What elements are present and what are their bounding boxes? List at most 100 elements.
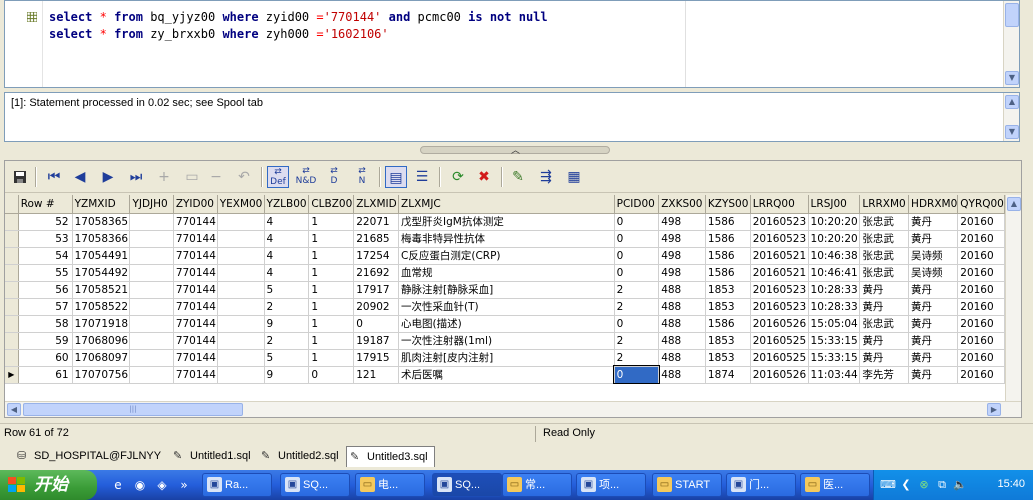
safety-icon[interactable]: ⊗ (916, 477, 932, 493)
table-cell[interactable]: 一次性采血针(T) (398, 298, 615, 316)
table-cell[interactable]: 2 (614, 332, 660, 350)
table-cell[interactable]: 17071918 (72, 315, 131, 333)
taskbar-button[interactable]: ▣ 门... (726, 473, 796, 497)
column-header[interactable]: YJDJH0 (129, 195, 174, 214)
table-cell[interactable]: 17054492 (72, 264, 131, 282)
table-cell[interactable]: 20160 (957, 213, 1005, 231)
table-cell[interactable]: 术后医嘱 (398, 366, 615, 384)
default-mode-icon[interactable]: ⇄ Def (267, 166, 289, 188)
table-cell[interactable]: 20160523 (750, 230, 809, 248)
column-header[interactable]: LRRXM0 (859, 195, 910, 214)
print-grid-icon[interactable]: ▦ (563, 166, 585, 188)
table-cell[interactable]: 53 (18, 230, 73, 248)
table-cell[interactable]: 9 (264, 366, 310, 384)
table-cell[interactable]: 488 (658, 298, 706, 316)
table-cell[interactable]: 张忠武 (859, 247, 910, 265)
table-cell[interactable]: 20160525 (750, 349, 809, 367)
scroll-up-button[interactable]: ▲ (1005, 95, 1019, 109)
table-cell[interactable]: 498 (658, 247, 706, 265)
keyboard-icon[interactable]: ⌨ (880, 477, 896, 493)
output-vertical-scrollbar[interactable]: ▲ ▼ (1003, 93, 1019, 141)
table-cell[interactable] (217, 366, 265, 384)
table-cell[interactable]: 0 (614, 315, 660, 333)
table-cell[interactable]: 20160 (957, 366, 1005, 384)
table-cell[interactable]: 李先芳 (859, 366, 910, 384)
taskbar-button[interactable]: ▭ 医... (800, 473, 870, 497)
table-cell[interactable]: 56 (18, 281, 73, 299)
table-cell[interactable]: 57 (18, 298, 73, 316)
table-cell[interactable] (129, 349, 174, 367)
table-cell[interactable]: 9 (264, 315, 310, 333)
table-cell[interactable]: 吴诗频 (908, 264, 959, 282)
table-cell[interactable]: 20160526 (750, 366, 809, 384)
table-cell[interactable]: 11:03:44 (808, 366, 861, 384)
table-cell[interactable]: 17070756 (72, 366, 131, 384)
table-cell[interactable]: 10:28:33 (808, 298, 861, 316)
doc-tab[interactable]: ✎ Untitled1.sql (170, 446, 257, 467)
table-cell[interactable]: 488 (658, 366, 706, 384)
table-cell[interactable]: 0 (308, 366, 355, 384)
table-cell[interactable]: 黄丹 (908, 366, 959, 384)
table-cell[interactable] (129, 281, 174, 299)
table-row[interactable]: 53 17058366 770144 4 1 21685 梅毒非特异性抗体 0 498 1586 2… (5, 230, 1005, 248)
sql-editor[interactable]: select * from bq_yjyz00 where zyid00 ='7… (4, 0, 1020, 88)
column-header[interactable]: ZXKS00 (658, 195, 706, 214)
column-header[interactable]: ZLXMID (353, 195, 400, 214)
table-cell[interactable]: 488 (658, 315, 706, 333)
table-cell[interactable]: 1586 (705, 213, 751, 231)
table-cell[interactable]: 498 (658, 213, 706, 231)
table-cell[interactable]: 5 (264, 349, 310, 367)
scroll-down-button[interactable]: ▼ (1005, 71, 1019, 85)
taskbar-button[interactable]: ▣ SQ... (280, 473, 350, 497)
table-cell[interactable]: 10:20:20 (808, 230, 861, 248)
table-cell[interactable]: 黄丹 (859, 298, 910, 316)
table-cell[interactable]: 10:46:38 (808, 247, 861, 265)
sql-line[interactable]: select * from bq_yjyz00 where zyid00 ='7… (49, 9, 548, 26)
table-cell[interactable]: 770144 (173, 247, 218, 265)
table-cell[interactable]: 20160523 (750, 213, 809, 231)
table-cell[interactable]: 770144 (173, 264, 218, 282)
header-corner[interactable] (5, 195, 19, 214)
table-cell[interactable]: 1586 (705, 230, 751, 248)
save-icon[interactable] (9, 166, 31, 188)
table-cell[interactable]: 一次性注射器(1ml) (398, 332, 615, 350)
doc-tab[interactable]: ✎ Untitled2.sql (258, 446, 345, 467)
volume-icon[interactable]: 🔈 (952, 477, 968, 493)
table-cell[interactable]: 17058521 (72, 281, 131, 299)
taskbar-button[interactable]: ▣ Ra... (202, 473, 272, 497)
insert-record-icon[interactable]: + (153, 166, 175, 188)
table-cell[interactable]: 1 (308, 298, 355, 316)
table-cell[interactable] (217, 332, 265, 350)
first-record-icon[interactable]: ⏮ (43, 166, 65, 188)
next-record-icon[interactable]: ▶ (97, 166, 119, 188)
table-cell[interactable]: 770144 (173, 349, 218, 367)
scroll-right-button[interactable]: ▶ (987, 403, 1001, 416)
column-header[interactable]: YEXM00 (217, 195, 265, 214)
table-cell[interactable] (217, 349, 265, 367)
scroll-left-button[interactable]: ◀ (7, 403, 21, 416)
table-cell[interactable]: 770144 (173, 230, 218, 248)
table-cell[interactable]: 黄丹 (908, 349, 959, 367)
table-cell[interactable]: 17068097 (72, 349, 131, 367)
table-cell[interactable]: 1 (308, 264, 355, 282)
table-cell[interactable] (217, 264, 265, 282)
row-indicator[interactable] (5, 230, 19, 248)
table-cell[interactable] (129, 247, 174, 265)
table-cell[interactable]: 1 (308, 247, 355, 265)
doc-tab[interactable]: ✎ Untitled3.sql (346, 446, 435, 467)
table-cell[interactable]: 1 (308, 230, 355, 248)
table-cell[interactable]: 770144 (173, 315, 218, 333)
table-cell[interactable]: 黄丹 (859, 332, 910, 350)
table-cell[interactable]: 肌肉注射[皮内注射] (398, 349, 615, 367)
table-cell[interactable] (217, 315, 265, 333)
row-indicator[interactable] (5, 349, 19, 367)
result-grid[interactable]: Row # YZMXID YJDJH0 ZYID00 YEXM00 YZLB00 CLBZ0… (5, 195, 1005, 401)
table-cell[interactable]: 54 (18, 247, 73, 265)
table-row[interactable]: 56 17058521 770144 5 1 17917 静脉注射[静脉采血] 2 488 185… (5, 281, 1005, 299)
table-cell[interactable]: 770144 (173, 281, 218, 299)
scroll-down-button[interactable]: ▼ (1005, 125, 1019, 139)
query-by-example-icon[interactable]: ✎ (507, 166, 529, 188)
table-cell[interactable]: 2 (614, 349, 660, 367)
column-header[interactable]: YZMXID (72, 195, 131, 214)
table-cell[interactable]: 17058522 (72, 298, 131, 316)
